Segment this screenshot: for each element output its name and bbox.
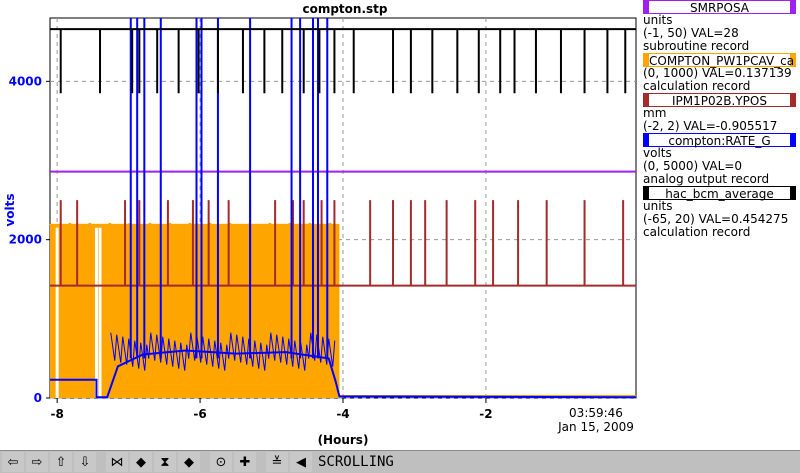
plot-area: compton.stp 0 2000 4000 volts -8 -6 -4 -2 03:59:… [0, 0, 640, 450]
scroll-left-button[interactable]: ⇦ [2, 452, 24, 472]
legend: SMRPOSA units (-1, 50) VAL=28 subroutine re… [640, 0, 800, 450]
chart-title: compton.stp [302, 2, 388, 16]
y-tick-label: 2000 [9, 233, 42, 247]
legend-name[interactable]: hac_bcm_average [643, 186, 796, 201]
time-label: 03:59:46 [569, 406, 623, 420]
x-axis-label: (Hours) [318, 433, 369, 447]
status-text: SCROLLING [318, 454, 394, 470]
chart-canvas[interactable]: 0 2000 4000 volts -8 -6 -4 -2 03:59:46Jan 15, 20… [0, 0, 640, 450]
compress-horizontal-button[interactable]: ◆ [130, 452, 152, 472]
x-tick-label: -2 [479, 407, 492, 421]
date-label: Jan 15, 2009 [557, 420, 634, 434]
legend-record: analog output record [643, 172, 770, 186]
legend-record: calculation record [643, 79, 751, 93]
scroll-mode-button[interactable]: ◀ [290, 452, 312, 472]
scroll-up-button[interactable]: ⇧ [50, 452, 72, 472]
toolbar: ⇦ ⇨ ⇧ ⇩ ⋈ ◆ ⧗ ◆ ⊙ ✚ ≚ ◀ SCROLLING [0, 450, 800, 473]
zoom-in-button[interactable]: ✚ [234, 452, 256, 472]
legend-record: calculation record [643, 225, 751, 239]
scale-button[interactable]: ≚ [266, 452, 288, 472]
expand-horizontal-button[interactable]: ⋈ [106, 452, 128, 472]
scroll-down-button[interactable]: ⇩ [74, 452, 96, 472]
legend-name[interactable]: COMPTON_PW1PCAV_ca [643, 53, 796, 68]
x-tick-label: -8 [50, 407, 63, 421]
y-axis-label: volts [3, 193, 17, 226]
legend-record: subroutine record [643, 39, 750, 53]
x-tick-label: -4 [336, 407, 349, 421]
legend-range-val: (-2, 2) VAL=-0.905517 [643, 119, 778, 133]
legend-name[interactable]: IPM1P02B.YPOS [643, 93, 796, 108]
legend-name[interactable]: compton:RATE_G [643, 133, 796, 148]
x-tick-label: -6 [193, 407, 206, 421]
scroll-right-button[interactable]: ⇨ [26, 452, 48, 472]
y-tick-label: 4000 [9, 74, 42, 88]
zoom-out-button[interactable]: ⊙ [210, 452, 232, 472]
compress-vertical-button[interactable]: ◆ [178, 452, 200, 472]
series-area [50, 223, 340, 398]
legend-name[interactable]: SMRPOSA [643, 0, 796, 15]
expand-vertical-button[interactable]: ⧗ [154, 452, 176, 472]
y-tick-label: 0 [34, 391, 42, 405]
